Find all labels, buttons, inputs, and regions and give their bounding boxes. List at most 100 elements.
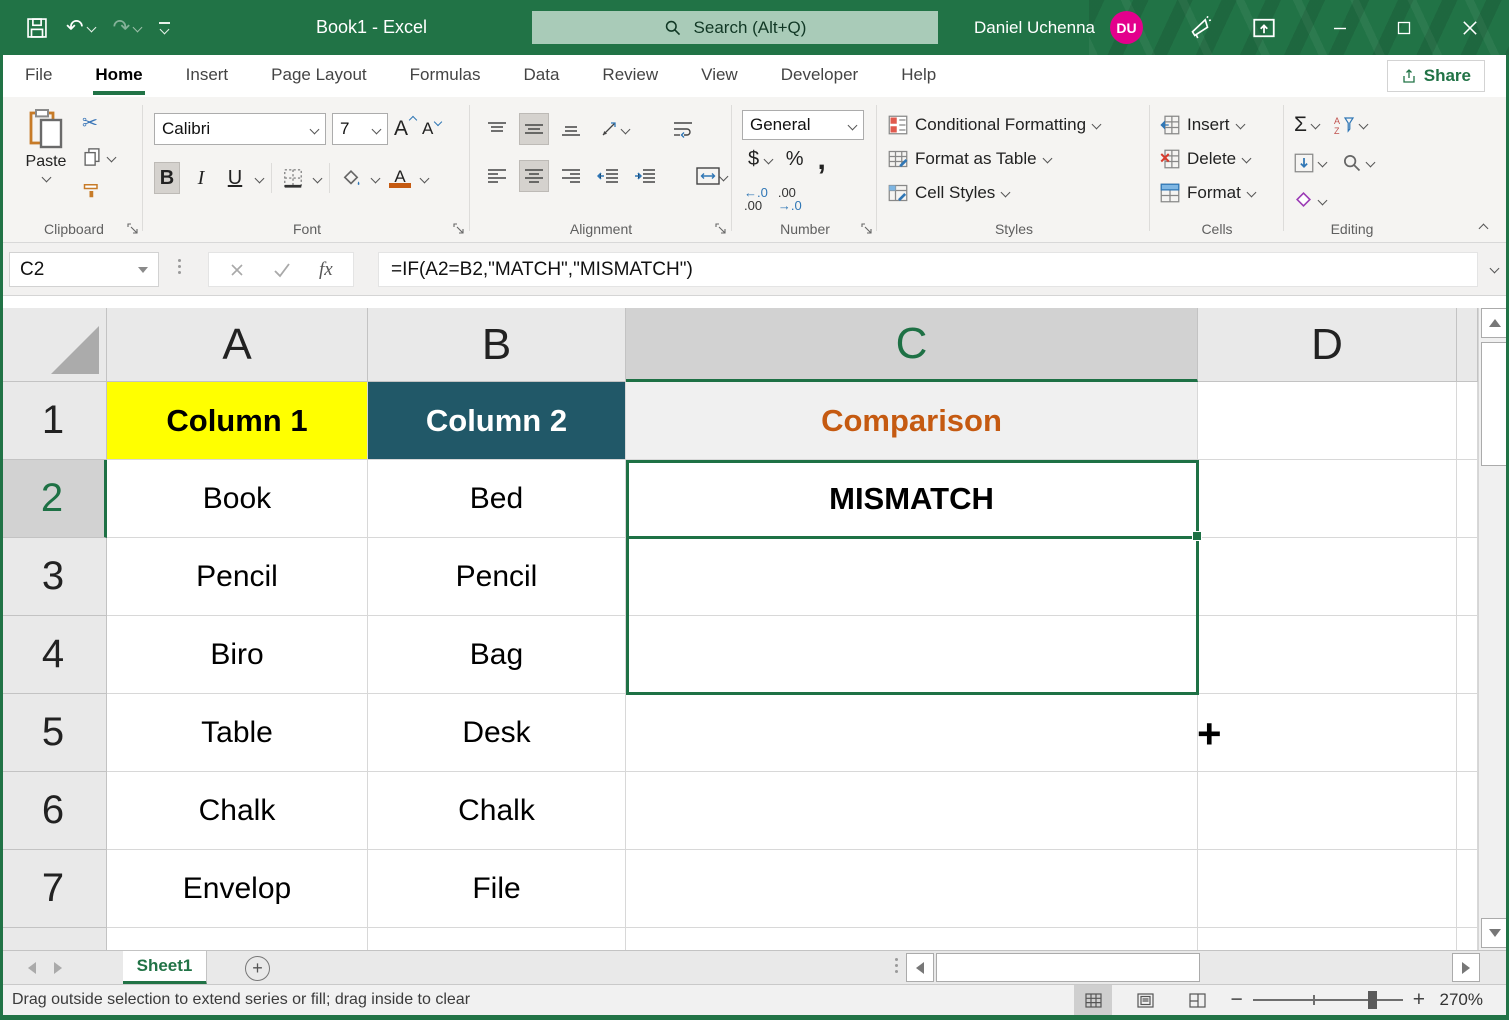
chevron-down-icon[interactable]	[255, 173, 265, 183]
scroll-left-button[interactable]	[906, 953, 934, 982]
cell-c5[interactable]	[626, 694, 1198, 772]
tab-data[interactable]: Data	[524, 55, 560, 97]
column-header-d[interactable]: D	[1198, 308, 1457, 382]
minimize-button[interactable]	[1318, 0, 1362, 55]
cell-e8-partial[interactable]	[1457, 928, 1478, 950]
enter-check-icon[interactable]	[273, 262, 291, 278]
format-painter-button[interactable]	[82, 178, 115, 204]
decrease-font-size-button[interactable]: A	[422, 119, 441, 139]
cell-a2[interactable]: Book	[107, 460, 368, 538]
cell-a5[interactable]: Table	[107, 694, 368, 772]
insert-function-button[interactable]: fx	[319, 259, 333, 281]
tab-review[interactable]: Review	[602, 55, 658, 97]
orientation-button[interactable]	[593, 113, 635, 145]
cell-c1[interactable]: Comparison	[626, 382, 1198, 460]
font-color-button[interactable]: A	[387, 162, 413, 194]
cell-d1[interactable]	[1198, 382, 1457, 460]
vertical-scrollbar-thumb[interactable]	[1481, 342, 1508, 466]
customize-quick-access-button[interactable]	[159, 22, 170, 33]
top-align-button[interactable]	[482, 113, 512, 145]
cell-b2[interactable]: Bed	[368, 460, 626, 538]
zoom-level[interactable]: 270%	[1435, 990, 1483, 1010]
cell-e7-partial[interactable]	[1457, 850, 1478, 928]
fill-button[interactable]	[1294, 153, 1326, 173]
wrap-text-button[interactable]	[668, 113, 698, 145]
cell-e3-partial[interactable]	[1457, 538, 1478, 616]
decrease-decimal-button[interactable]: .00→.0	[778, 186, 802, 212]
chevron-down-icon[interactable]	[371, 173, 381, 183]
sheet-tab-sheet1[interactable]: Sheet1	[123, 951, 207, 985]
borders-button[interactable]	[280, 162, 306, 194]
row-header-8[interactable]: 8	[0, 928, 107, 950]
cell-d2[interactable]	[1198, 460, 1457, 538]
cell-e6-partial[interactable]	[1457, 772, 1478, 850]
horizontal-scrollbar-thumb[interactable]	[936, 953, 1200, 982]
cell-a1[interactable]: Column 1	[107, 382, 368, 460]
cancel-icon[interactable]	[229, 262, 245, 278]
chevron-down-icon[interactable]	[420, 173, 430, 183]
find-select-button[interactable]	[1342, 153, 1374, 173]
cell-e2-partial[interactable]	[1457, 460, 1478, 538]
column-header-partial[interactable]	[1457, 308, 1478, 382]
close-button[interactable]	[1448, 0, 1492, 55]
column-header-b[interactable]: B	[368, 308, 626, 382]
cell-a4[interactable]: Biro	[107, 616, 368, 694]
tab-help[interactable]: Help	[901, 55, 936, 97]
tab-file[interactable]: File	[25, 55, 52, 97]
percent-style-button[interactable]: %	[786, 148, 804, 171]
previous-sheet-button[interactable]	[28, 962, 36, 974]
sort-filter-button[interactable]: AZ	[1333, 115, 1367, 135]
name-box-splitter[interactable]	[178, 259, 181, 274]
cell-a3[interactable]: Pencil	[107, 538, 368, 616]
expand-formula-bar-button[interactable]	[1490, 264, 1500, 274]
bold-button[interactable]: B	[154, 162, 180, 194]
scroll-right-button[interactable]	[1452, 953, 1480, 982]
page-break-preview-button[interactable]	[1178, 985, 1216, 1015]
zoom-out-button[interactable]: −	[1230, 988, 1242, 1012]
formula-input[interactable]: =IF(A2=B2,"MATCH","MISMATCH")	[378, 252, 1478, 287]
column-header-a[interactable]: A	[107, 308, 368, 382]
alignment-dialog-launcher[interactable]	[714, 222, 727, 235]
cell-a7[interactable]: Envelop	[107, 850, 368, 928]
cell-styles-button[interactable]: Cell Styles	[888, 176, 1100, 209]
select-all-button[interactable]	[0, 308, 107, 382]
collapse-ribbon-button[interactable]	[1479, 224, 1489, 234]
increase-indent-button[interactable]	[630, 160, 660, 192]
cell-b4[interactable]: Bag	[368, 616, 626, 694]
ribbon-display-options-button[interactable]	[1242, 0, 1286, 55]
new-sheet-button[interactable]: +	[245, 956, 270, 981]
cell-e4-partial[interactable]	[1457, 616, 1478, 694]
row-header-2[interactable]: 2	[0, 460, 107, 538]
coming-soon-button[interactable]	[1178, 0, 1222, 55]
next-sheet-button[interactable]	[54, 962, 62, 974]
column-header-c[interactable]: C	[626, 308, 1198, 382]
cell-d3[interactable]	[1198, 538, 1457, 616]
decrease-indent-button[interactable]	[593, 160, 623, 192]
fill-color-button[interactable]	[338, 162, 364, 194]
cell-c4[interactable]	[626, 616, 1198, 694]
align-left-button[interactable]	[482, 160, 512, 192]
undo-button[interactable]: ↶	[66, 15, 95, 40]
avatar[interactable]: DU	[1110, 11, 1143, 44]
cell-c3[interactable]	[626, 538, 1198, 616]
center-button[interactable]	[519, 160, 549, 192]
cell-e5-partial[interactable]	[1457, 694, 1478, 772]
font-name-select[interactable]: Calibri	[154, 113, 326, 145]
accounting-format-button[interactable]: $	[748, 148, 772, 171]
cell-b7[interactable]: File	[368, 850, 626, 928]
font-size-select[interactable]: 7	[332, 113, 388, 145]
align-right-button[interactable]	[556, 160, 586, 192]
account-name[interactable]: Daniel Uchenna	[974, 0, 1095, 55]
cut-button[interactable]: ✂	[82, 110, 115, 136]
cell-b6[interactable]: Chalk	[368, 772, 626, 850]
cell-c8[interactable]	[626, 928, 1198, 950]
row-header-3[interactable]: 3	[0, 538, 107, 616]
page-layout-view-button[interactable]	[1126, 985, 1164, 1015]
row-header-1[interactable]: 1	[0, 382, 107, 460]
increase-font-size-button[interactable]: A	[394, 117, 416, 141]
normal-view-button[interactable]	[1074, 985, 1112, 1015]
format-as-table-button[interactable]: Format as Table	[888, 142, 1100, 175]
row-header-6[interactable]: 6	[0, 772, 107, 850]
clear-button[interactable]	[1294, 192, 1326, 210]
tab-page-layout[interactable]: Page Layout	[271, 55, 366, 97]
